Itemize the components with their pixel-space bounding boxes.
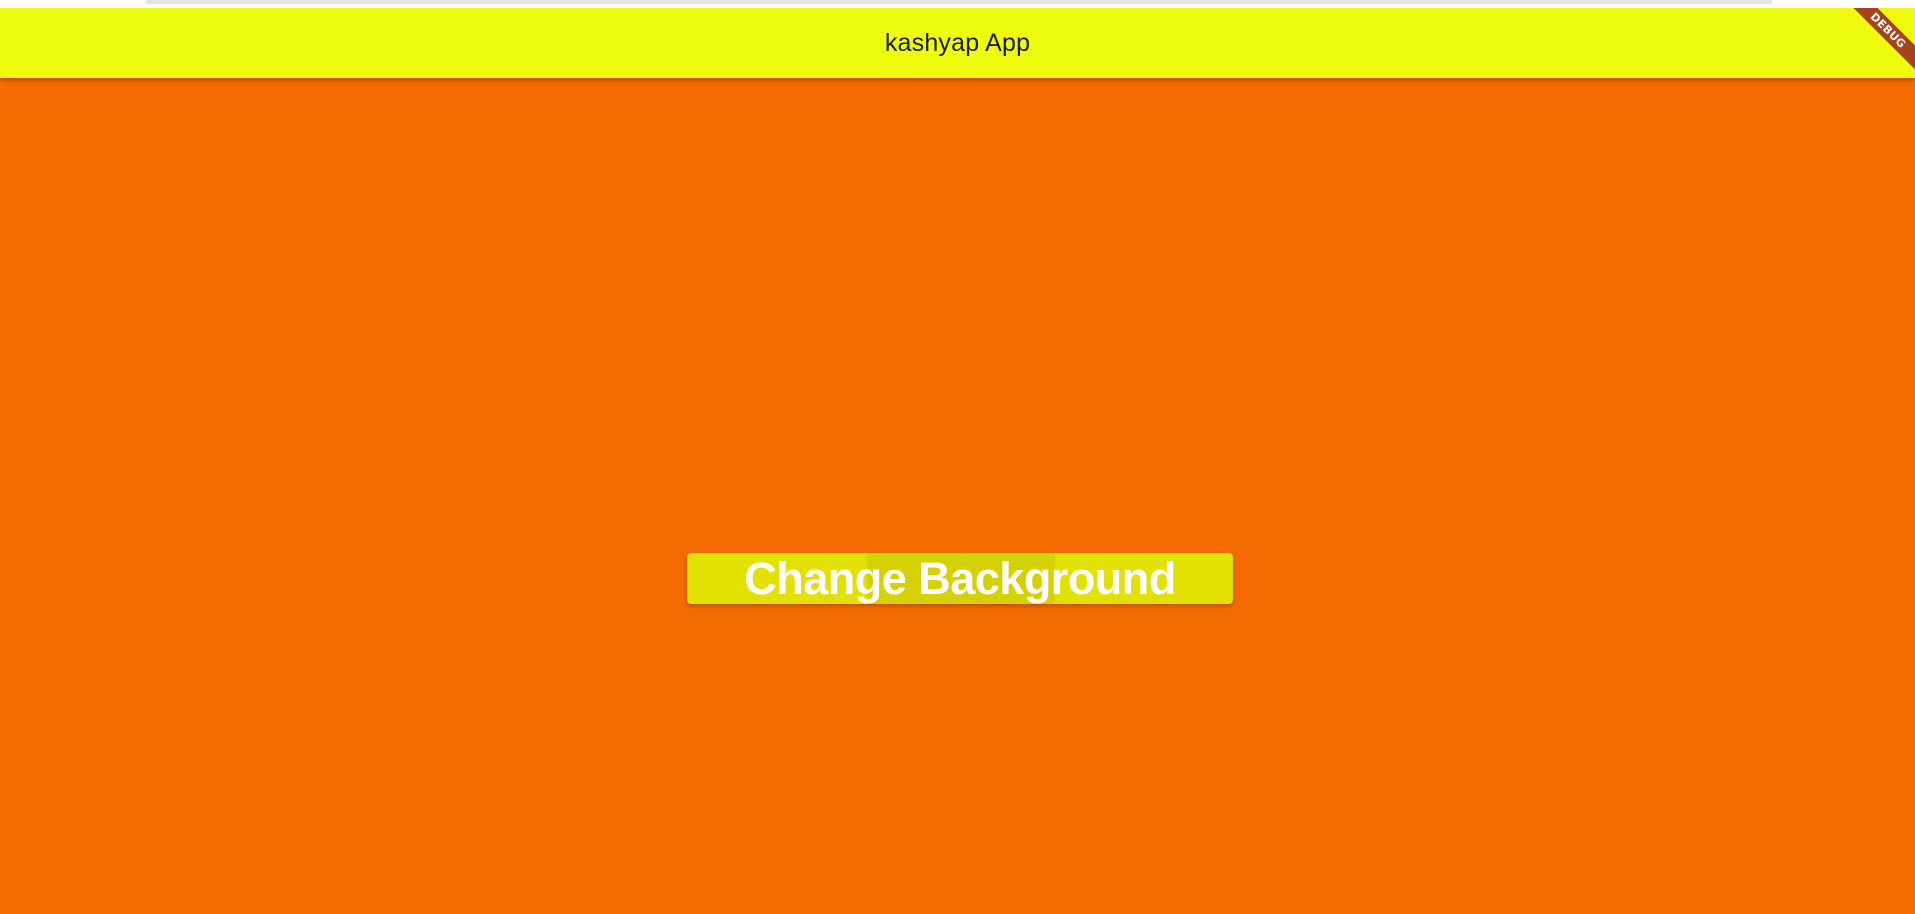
change-background-color-button[interactable]: Change Background Color xyxy=(687,553,1233,604)
app-title: kashyap App xyxy=(884,28,1031,57)
app-bar: kashyap App xyxy=(0,8,1915,78)
browser-tab-strip-edge xyxy=(146,0,1772,4)
app-body: Change Background Color xyxy=(0,78,1915,914)
browser-top-strip xyxy=(0,0,1915,8)
app-window: kashyap App Change Background Color xyxy=(0,8,1915,914)
change-background-color-label: Change Background Color xyxy=(744,553,1176,604)
